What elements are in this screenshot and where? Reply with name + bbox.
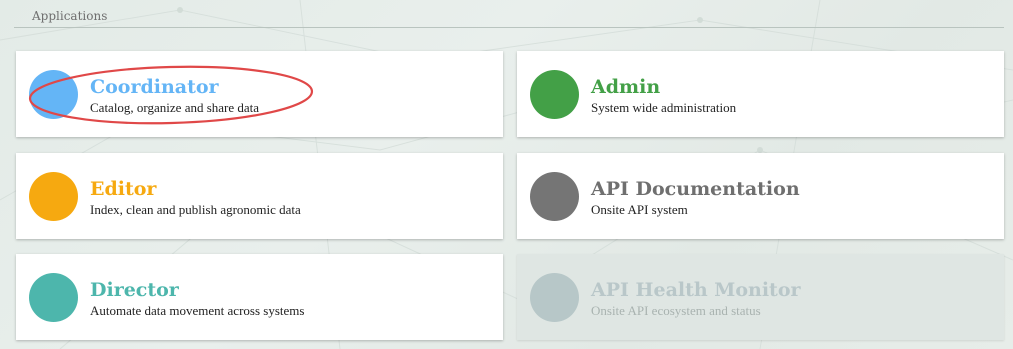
- app-description: Index, clean and publish agronomic data: [90, 202, 301, 217]
- admin-icon: [530, 70, 579, 119]
- app-title: Coordinator: [90, 76, 219, 98]
- section-title: Applications: [32, 9, 108, 23]
- app-card-editor[interactable]: Editor Index, clean and publish agronomi…: [16, 153, 503, 239]
- app-description: Catalog, organize and share data: [90, 100, 260, 115]
- app-card-admin[interactable]: Admin System wide administration: [517, 51, 1004, 137]
- app-card-coordinator[interactable]: Coordinator Catalog, organize and share …: [16, 51, 503, 137]
- api-health-monitor-icon: [530, 273, 579, 322]
- app-card-api-documentation[interactable]: API Documentation Onsite API system: [517, 153, 1004, 239]
- app-description: Onsite API ecosystem and status: [591, 303, 761, 318]
- coordinator-icon: [29, 70, 78, 119]
- app-description: System wide administration: [591, 100, 737, 115]
- app-title: Admin: [591, 76, 661, 98]
- app-description: Onsite API system: [591, 202, 688, 217]
- app-title: API Health Monitor: [591, 279, 801, 301]
- api-documentation-icon: [530, 172, 579, 221]
- app-title: Director: [90, 279, 179, 301]
- editor-icon: [29, 172, 78, 221]
- applications-page: Applications Coordinator Catalog, organi…: [0, 0, 1013, 349]
- app-title: Editor: [90, 178, 157, 200]
- applications-header: Applications: [14, 0, 1004, 28]
- app-card-director[interactable]: Director Automate data movement across s…: [16, 254, 503, 340]
- app-card-api-health-monitor: API Health Monitor Onsite API ecosystem …: [517, 254, 1004, 340]
- app-description: Automate data movement across systems: [90, 303, 305, 318]
- app-title: API Documentation: [591, 178, 800, 200]
- director-icon: [29, 273, 78, 322]
